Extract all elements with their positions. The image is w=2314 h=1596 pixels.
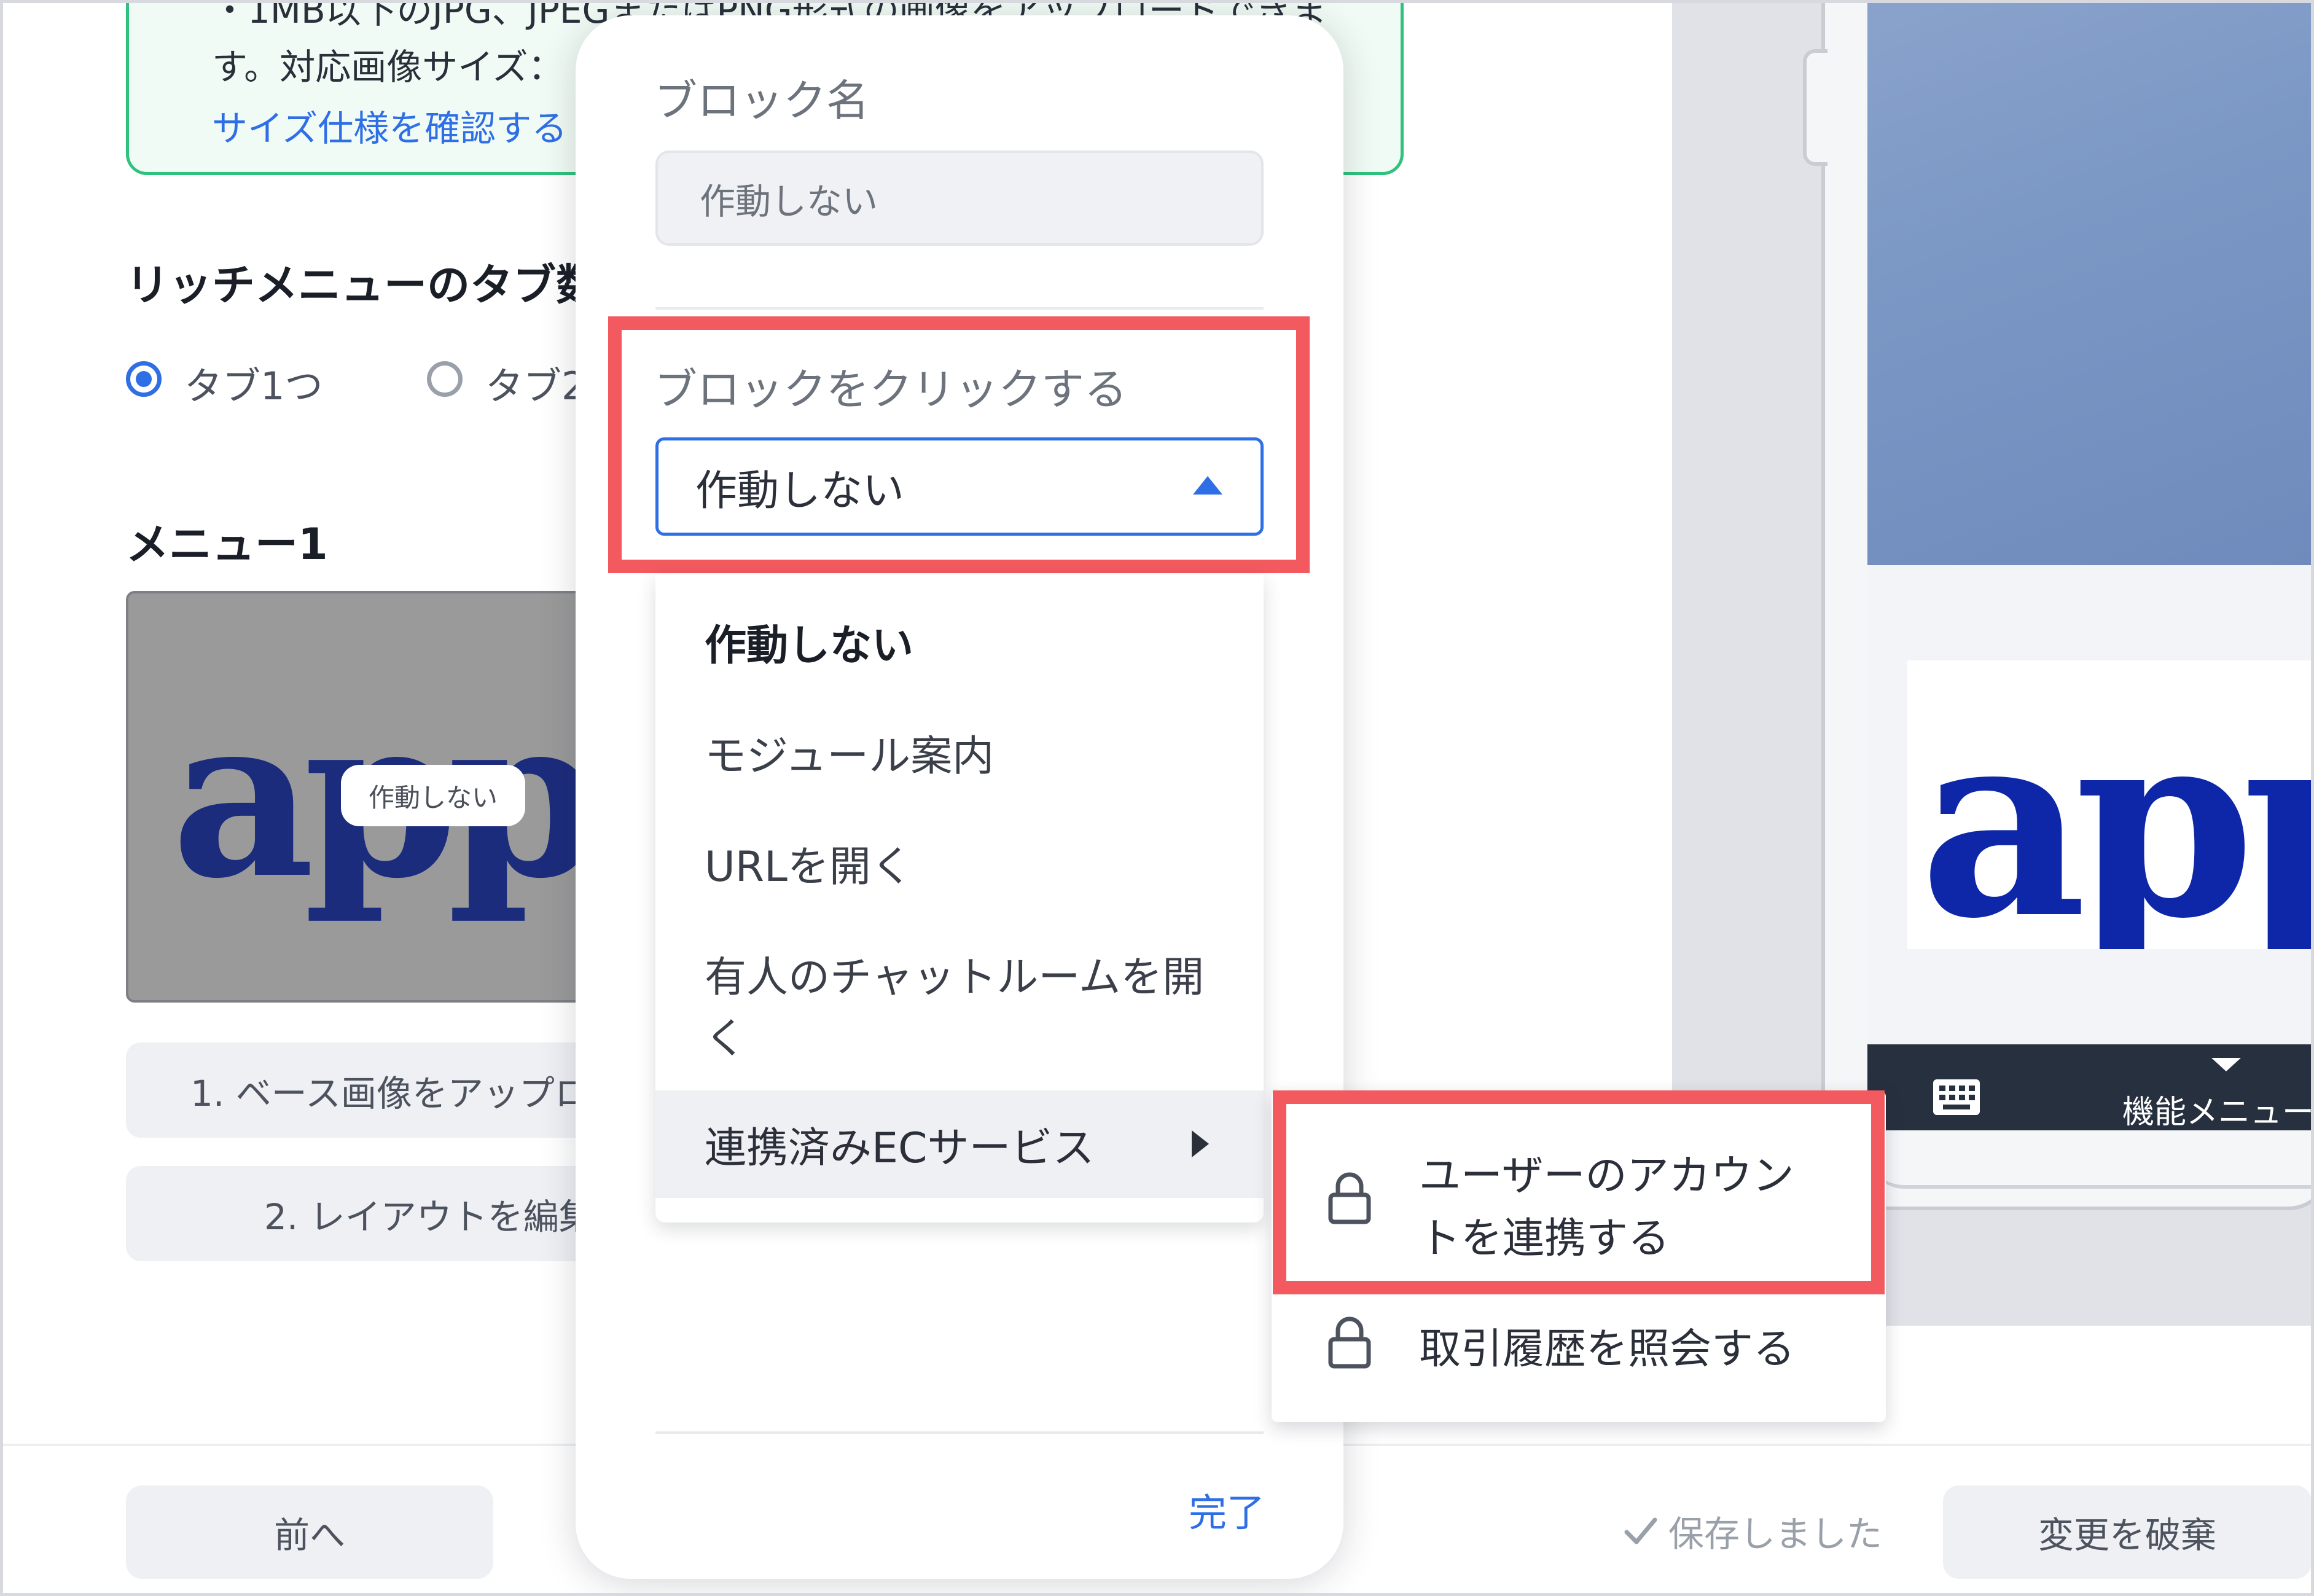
radio-tab-one-label[interactable]: タブ1つ [184,355,322,410]
prev-button[interactable]: 前へ [126,1485,493,1579]
caret-right-icon [1192,1130,1209,1157]
menu-bar-label[interactable]: 機能メニュー [2122,1086,2314,1132]
saved-status: 保存しました [1622,1505,1882,1557]
saved-status-label: 保存しました [1668,1513,1883,1555]
phone-side-button [1803,49,1827,166]
option-module-guide[interactable]: モジュール案内 [655,722,1264,783]
menu1-heading: メニュー1 [126,519,328,569]
notice-text-size: す。対応画像サイズ： [212,46,564,88]
annotation-highlight-select [608,316,1310,573]
keyboard-icon [1933,1079,1980,1115]
annotation-highlight-submenu [1273,1090,1885,1294]
done-button[interactable]: 完了 [1189,1482,1265,1537]
radio-tab-one[interactable] [126,361,162,397]
lock-icon [1328,1316,1371,1369]
discard-changes-button[interactable]: 変更を破棄 [1943,1485,2312,1579]
upload-base-image-button[interactable]: 1. ベース画像をアップロード [126,1042,593,1138]
option-no-action[interactable]: 作動しない [655,611,1264,672]
block-action-pill[interactable]: 作動しない [341,765,525,826]
preview-chat-background [1867,0,2314,565]
preview-logo: app [1920,673,2314,949]
preview-richmenu-image: app [1907,660,2314,949]
check-icon [1624,1517,1657,1544]
option-open-chatroom[interactable]: 有人のチャットルームを開 [655,943,1264,1004]
option-open-chatroom-cont[interactable]: く [655,1004,1264,1065]
option-open-url[interactable]: URLを開く [655,832,1264,893]
radio-tab-two[interactable] [427,361,463,397]
modal-divider [655,307,1264,310]
option-ec-service[interactable]: 連携済みECサービス [655,1090,1264,1198]
block-name-label: ブロック名 [654,76,869,126]
tab-count-heading: リッチメニューのタブ数 [126,260,599,310]
size-spec-link[interactable]: サイズ仕様を確認する [212,100,567,151]
menu-bar-caret-icon [2211,1058,2241,1071]
edit-layout-button[interactable]: 2. レイアウトを編集 [126,1166,593,1261]
modal-footer-divider [655,1431,1264,1434]
block-name-input[interactable]: 作動しない [655,151,1264,246]
submenu-transaction-history[interactable]: 取引履歴を照会する [1419,1315,1795,1375]
phone-bottom-bezel [1867,1130,2314,1189]
